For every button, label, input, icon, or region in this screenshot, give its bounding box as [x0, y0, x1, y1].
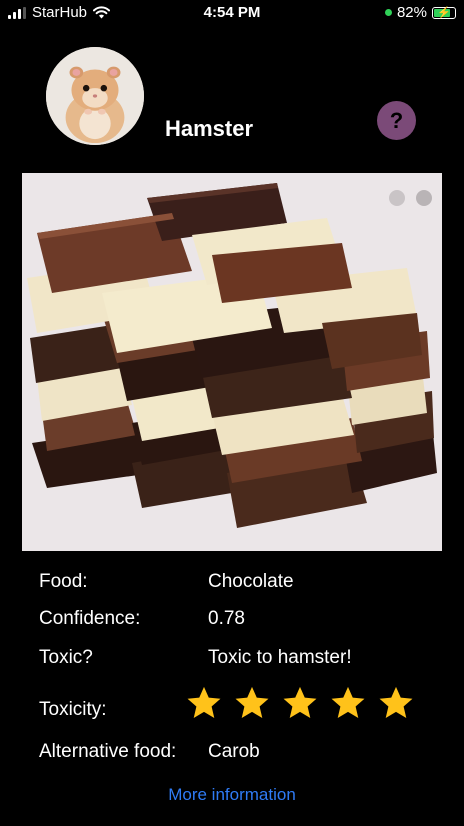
animal-name: Hamster — [165, 116, 254, 141]
alternative-value: Carob — [208, 741, 260, 762]
food-label: Food: — [39, 571, 88, 592]
toxic-label: Toxic? — [39, 647, 93, 668]
star-icon — [235, 686, 269, 719]
star-icon — [379, 686, 413, 719]
confidence-value: 0.78 — [208, 608, 245, 629]
help-button[interactable]: ? — [377, 101, 416, 140]
confidence-label: Confidence: — [39, 608, 141, 629]
alternative-label: Alternative food: — [39, 741, 177, 762]
help-icon: ? — [389, 107, 404, 133]
toxicity-label: Toxicity: — [39, 699, 107, 720]
more-information-link[interactable]: More information — [0, 785, 464, 805]
star-icon — [283, 686, 317, 719]
privacy-indicator — [384, 9, 392, 16]
star-icon — [331, 686, 365, 719]
star-icon — [187, 686, 221, 719]
food-value: Chocolate — [208, 571, 294, 592]
food-photo — [22, 173, 442, 551]
toxic-value: Toxic to hamster! — [208, 647, 352, 668]
toxicity-rating — [185, 684, 415, 722]
battery-icon: ⚡ — [432, 6, 456, 19]
status-right: 82% ⚡ — [384, 4, 456, 21]
status-bar: StarHub 4:54 PM 82% ⚡ — [0, 0, 464, 28]
animal-avatar — [46, 47, 144, 145]
battery-percent: 82% — [396, 4, 427, 21]
